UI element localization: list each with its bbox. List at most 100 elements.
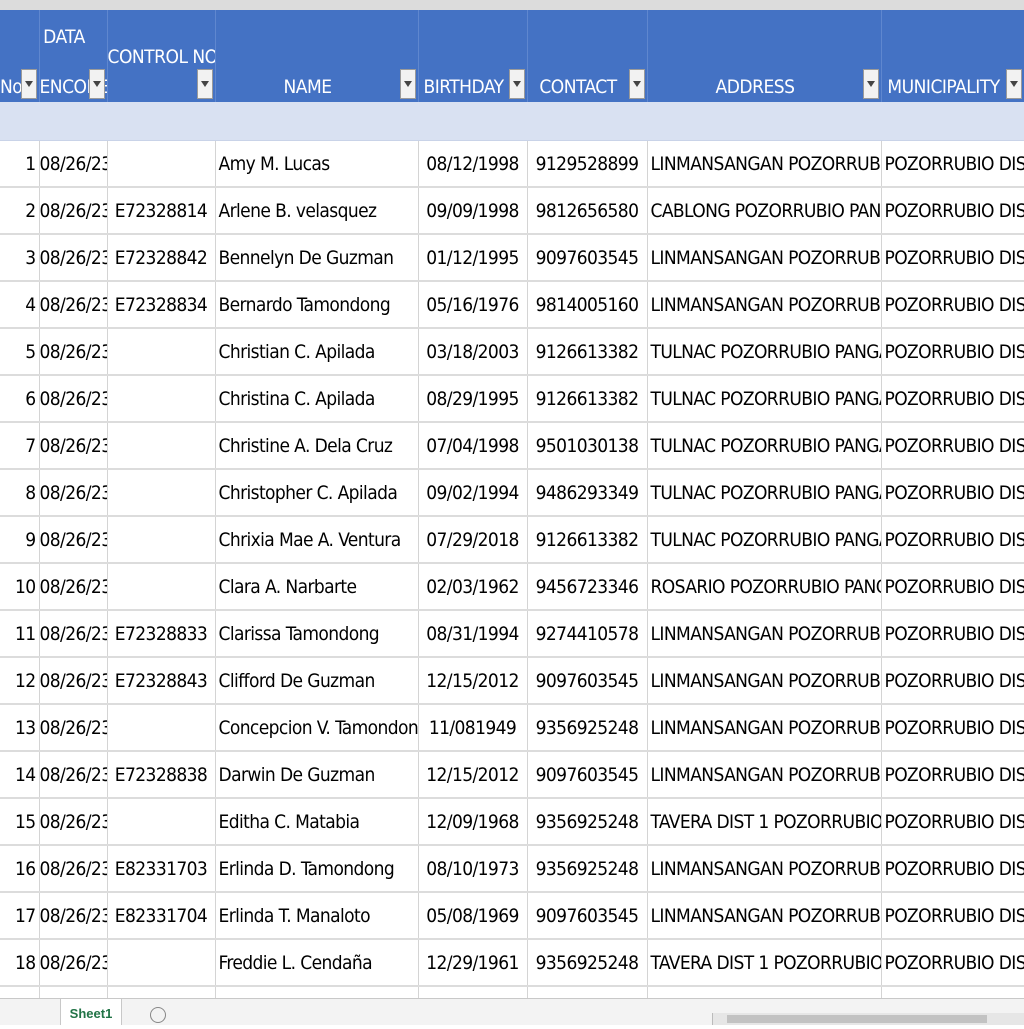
- cell-birthday[interactable]: 01/12/1995: [418, 234, 528, 282]
- cell-address[interactable]: LINMANSANGAN POZORRUBIO PANGASINAN: [647, 281, 882, 329]
- cell-control-no[interactable]: [107, 563, 216, 611]
- cell-contact[interactable]: 9126613382: [527, 328, 648, 376]
- cell-name[interactable]: Chrixia Mae A. Ventura: [215, 516, 419, 564]
- cell-control-no[interactable]: E82331704: [107, 892, 216, 940]
- cell-data-encode[interactable]: 08/26/23: [39, 704, 108, 752]
- cell-contact[interactable]: 9097603545: [527, 751, 648, 799]
- cell-address[interactable]: LINMANSANGAN POZORRUBIO PANGASINAN: [647, 234, 882, 282]
- filter-dropdown-icon[interactable]: [628, 69, 645, 99]
- cell-address[interactable]: LINMANSANGAN POZORRUBIO PANGASINAN: [647, 751, 882, 799]
- cell-name[interactable]: Amy M. Lucas: [215, 140, 419, 188]
- table-cell[interactable]: [527, 102, 647, 141]
- filter-dropdown-icon[interactable]: [1005, 69, 1022, 99]
- cell-data-encode[interactable]: 08/26/23: [39, 845, 108, 893]
- cell-address[interactable]: PALACPALAC POZORRUBIO PANGASINAN: [647, 986, 882, 998]
- cell-name[interactable]: Erlinda D. Tamondong: [215, 845, 419, 893]
- cell-data-encode[interactable]: 08/26/23: [39, 939, 108, 987]
- cell-data-encode[interactable]: 08/26/23: [39, 610, 108, 658]
- cell-no[interactable]: 16: [0, 845, 40, 893]
- cell-birthday[interactable]: 09/09/1998: [418, 187, 528, 235]
- cell-data-encode[interactable]: 08/26/23: [39, 375, 108, 423]
- cell-data-encode[interactable]: 08/26/23: [39, 140, 108, 188]
- cell-municipality[interactable]: POZORRUBIO DIST. I: [881, 939, 1024, 987]
- cell-contact[interactable]: 9501030138: [527, 422, 648, 470]
- cell-contact[interactable]: 9814005160: [527, 281, 648, 329]
- cell-address[interactable]: LINMANSANGAN POZORRUBIO PANGASINAN: [647, 892, 882, 940]
- cell-address[interactable]: LINMANSANGAN POZORRUBIO PANGASINAN: [647, 845, 882, 893]
- cell-control-no[interactable]: [107, 939, 216, 987]
- cell-municipality[interactable]: POZORRUBIO DIST. I: [881, 187, 1024, 235]
- cell-name[interactable]: Clifford De Guzman: [215, 657, 419, 705]
- cell-address[interactable]: LINMANSANGAN POZORRUBIO PANGASINAN: [647, 704, 882, 752]
- cell-control-no[interactable]: [107, 704, 216, 752]
- cell-no[interactable]: 19: [0, 986, 40, 998]
- cell-birthday[interactable]: 12/15/2012: [418, 751, 528, 799]
- cell-no[interactable]: 2: [0, 187, 40, 235]
- cell-no[interactable]: 10: [0, 563, 40, 611]
- cell-data-encode[interactable]: 08/26/23: [39, 657, 108, 705]
- cell-control-no[interactable]: [107, 375, 216, 423]
- cell-control-no[interactable]: [107, 140, 216, 188]
- cell-contact[interactable]: 9274410578: [527, 610, 648, 658]
- cell-data-encode[interactable]: 08/26/23: [39, 234, 108, 282]
- cell-name[interactable]: Clara A. Narbarte: [215, 563, 419, 611]
- cell-contact[interactable]: 9356925248: [527, 939, 648, 987]
- cell-contact[interactable]: 9356925248: [527, 845, 648, 893]
- cell-no[interactable]: 4: [0, 281, 40, 329]
- cell-contact[interactable]: 9356925248: [527, 986, 648, 998]
- cell-address[interactable]: TULNAC POZORRUBIO PANGASINAN: [647, 516, 882, 564]
- filter-dropdown-icon[interactable]: [88, 69, 105, 99]
- cell-municipality[interactable]: POZORRUBIO DIST. I: [881, 751, 1024, 799]
- cell-contact[interactable]: 9456723346: [527, 563, 648, 611]
- cell-name[interactable]: Freddie L. Cendaña: [215, 939, 419, 987]
- cell-municipality[interactable]: POZORRUBIO DIST. I: [881, 610, 1024, 658]
- cell-name[interactable]: Editha C. Matabia: [215, 798, 419, 846]
- cell-data-encode[interactable]: 08/26/23: [39, 328, 108, 376]
- cell-control-no[interactable]: E72328814: [107, 187, 216, 235]
- cell-municipality[interactable]: POZORRUBIO DIST. I: [881, 845, 1024, 893]
- plus-circle-icon[interactable]: [150, 1007, 166, 1023]
- cell-birthday[interactable]: 12/09/1968: [418, 798, 528, 846]
- cell-municipality[interactable]: POZORRUBIO DIST. I: [881, 798, 1024, 846]
- cell-data-encode[interactable]: 08/26/23: [39, 798, 108, 846]
- table-cell[interactable]: [215, 102, 418, 141]
- table-cell[interactable]: [39, 102, 107, 141]
- filter-dropdown-icon[interactable]: [20, 69, 37, 99]
- cell-contact[interactable]: 9812656580: [527, 187, 648, 235]
- cell-contact[interactable]: 9356925248: [527, 798, 648, 846]
- cell-control-no[interactable]: [107, 328, 216, 376]
- cell-name[interactable]: Glory D. Opalan: [215, 986, 419, 998]
- cell-municipality[interactable]: POZORRUBIO DIST. I: [881, 328, 1024, 376]
- filter-dropdown-icon[interactable]: [399, 69, 416, 99]
- scrollbar-thumb[interactable]: [727, 1015, 987, 1023]
- cell-name[interactable]: Arlene B. velasquez: [215, 187, 419, 235]
- cell-no[interactable]: 11: [0, 610, 40, 658]
- cell-control-no[interactable]: [107, 798, 216, 846]
- cell-address[interactable]: TAVERA DIST 1 POZORRUBIO PANGASINAN: [647, 939, 882, 987]
- table-cell[interactable]: [107, 102, 215, 141]
- cell-address[interactable]: LINMANSANGAN POZORRUBIO PANGASINAN: [647, 610, 882, 658]
- cell-no[interactable]: 9: [0, 516, 40, 564]
- cell-birthday[interactable]: 02/03/1962: [418, 563, 528, 611]
- cell-birthday[interactable]: 03/18/2003: [418, 328, 528, 376]
- cell-name[interactable]: Christine A. Dela Cruz: [215, 422, 419, 470]
- cell-address[interactable]: TULNAC POZORRUBIO PANGASINAN: [647, 328, 882, 376]
- cell-control-no[interactable]: E72328834: [107, 281, 216, 329]
- cell-data-encode[interactable]: 08/26/23: [39, 751, 108, 799]
- cell-birthday[interactable]: 12/29/1961: [418, 939, 528, 987]
- table-cell[interactable]: [0, 102, 39, 141]
- cell-address[interactable]: LINMANSANGAN POZORRUBIO PANGASINAN: [647, 140, 882, 188]
- cell-contact[interactable]: 9097603545: [527, 892, 648, 940]
- cell-data-encode[interactable]: 08/26/23: [39, 469, 108, 517]
- cell-municipality[interactable]: POZORRUBIO DIST. I: [881, 986, 1024, 998]
- cell-name[interactable]: Christian C. Apilada: [215, 328, 419, 376]
- cell-address[interactable]: TULNAC POZORRUBIO PANGASINAN: [647, 469, 882, 517]
- cell-control-no[interactable]: E72328843: [107, 657, 216, 705]
- cell-name[interactable]: Bernardo Tamondong: [215, 281, 419, 329]
- cell-contact[interactable]: 9126613382: [527, 516, 648, 564]
- cell-municipality[interactable]: POZORRUBIO DIST. I: [881, 516, 1024, 564]
- cell-birthday[interactable]: 08/10/1973: [418, 845, 528, 893]
- cell-municipality[interactable]: POZORRUBIO DIST. I: [881, 892, 1024, 940]
- cell-birthday[interactable]: 09/02/1994: [418, 469, 528, 517]
- filter-dropdown-icon[interactable]: [196, 69, 213, 99]
